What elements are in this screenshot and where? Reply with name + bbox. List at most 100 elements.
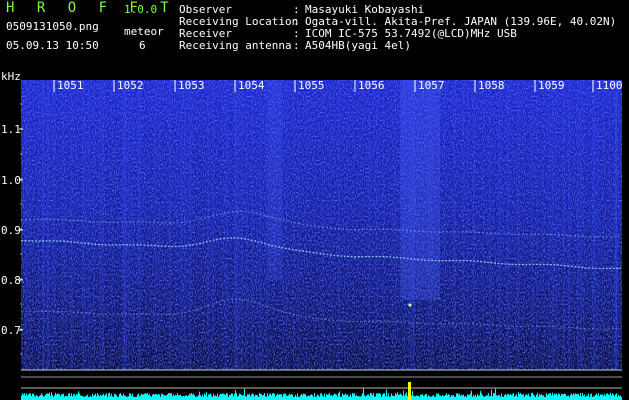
meter-bar <box>612 393 613 400</box>
meter-bar <box>312 395 313 400</box>
meter-bar <box>600 394 601 400</box>
streak <box>183 80 187 370</box>
meter-bar <box>294 396 295 400</box>
meter-bar <box>429 395 430 400</box>
meter-bar <box>491 389 492 400</box>
meter-bar <box>523 394 524 400</box>
meter-bar <box>83 396 84 400</box>
meter-bar <box>269 394 270 400</box>
meter-bar <box>172 396 173 400</box>
meter-bar <box>254 396 255 400</box>
streak <box>221 80 224 370</box>
streak <box>159 80 161 370</box>
meter-bar <box>153 394 154 400</box>
meter-bar <box>382 394 383 400</box>
meter-bar <box>554 393 555 400</box>
meter-bar <box>236 393 237 400</box>
streak <box>482 80 484 370</box>
x-tick-label: 1100 <box>596 79 623 92</box>
meter-bar <box>182 396 183 400</box>
streak <box>522 80 524 370</box>
meter-bar <box>437 394 438 400</box>
meter-bar <box>407 395 408 400</box>
meter-bar <box>330 395 331 400</box>
meter-bar <box>26 393 27 400</box>
meter-bar <box>384 393 385 400</box>
meter-bar <box>146 393 147 400</box>
meter-bar <box>594 396 595 400</box>
bright-band <box>268 80 282 280</box>
meter-bar <box>252 393 253 400</box>
meter-bar <box>239 393 240 400</box>
meter-bar <box>70 396 71 400</box>
meter-bar <box>352 393 353 400</box>
meter-bar <box>90 395 91 400</box>
meter-bar <box>58 393 59 400</box>
streak <box>462 80 465 370</box>
y-tick-label: 0.7 <box>1 324 21 337</box>
info-key: Receiving antenna <box>179 39 292 52</box>
meter-bar <box>549 393 550 400</box>
streak <box>453 80 456 370</box>
meter-bar <box>200 395 201 400</box>
meter-bar <box>177 393 178 400</box>
meter-bar <box>347 394 348 400</box>
meter-bar <box>432 395 433 400</box>
streak <box>569 80 571 370</box>
meter-bar <box>519 393 520 400</box>
streak <box>87 80 90 370</box>
streak <box>28 80 31 370</box>
meter-bar <box>399 394 400 400</box>
meter-bar <box>471 390 472 400</box>
streak <box>131 80 134 370</box>
streak <box>101 80 105 370</box>
meter-bar <box>43 396 44 400</box>
meter-bar <box>206 392 207 400</box>
meter-bar <box>420 394 421 400</box>
meter-bar <box>192 394 193 400</box>
meter-bar <box>121 394 122 400</box>
meter-bar <box>380 394 381 400</box>
meter-bar <box>528 393 529 400</box>
meter-bar <box>364 395 365 400</box>
meter-bar <box>302 395 303 400</box>
meter-bar <box>286 395 287 400</box>
x-tick-label: 1056 <box>358 79 385 92</box>
meter-bar <box>536 394 537 400</box>
meter-bar <box>421 394 422 400</box>
meter-bar <box>552 392 553 400</box>
meter-bar <box>555 394 556 400</box>
meter-bar <box>391 393 392 400</box>
y-tick-label: 0.8 <box>1 274 21 287</box>
meter-bar <box>331 395 332 400</box>
meter-bar <box>204 393 205 400</box>
meter-bar <box>210 393 211 400</box>
streak <box>168 80 172 370</box>
meter-bar <box>525 395 526 400</box>
streak <box>251 80 254 370</box>
meter-bar <box>526 394 527 400</box>
meter-bar <box>422 394 423 400</box>
meter-bar <box>349 396 350 400</box>
meter-bar <box>287 395 288 400</box>
meter-bar <box>468 394 469 400</box>
meter-bar <box>385 396 386 400</box>
meter-bar <box>187 396 188 400</box>
streak <box>466 80 469 370</box>
meter-bar <box>37 395 38 400</box>
meter-bar <box>500 396 501 400</box>
streak <box>375 80 378 370</box>
meter-bar <box>321 393 322 400</box>
meter-bar <box>567 395 568 400</box>
meter-bar <box>122 396 123 400</box>
meter-bar <box>225 395 226 400</box>
meter-bar <box>265 396 266 400</box>
meter-bar <box>93 395 94 400</box>
streak <box>226 80 229 370</box>
streak <box>368 80 371 370</box>
meter-bar <box>140 395 141 400</box>
y-tick-label: 1.0 <box>1 174 21 187</box>
meter-bar <box>221 393 222 400</box>
meter-bar <box>110 396 111 400</box>
meter-bar <box>80 395 81 400</box>
